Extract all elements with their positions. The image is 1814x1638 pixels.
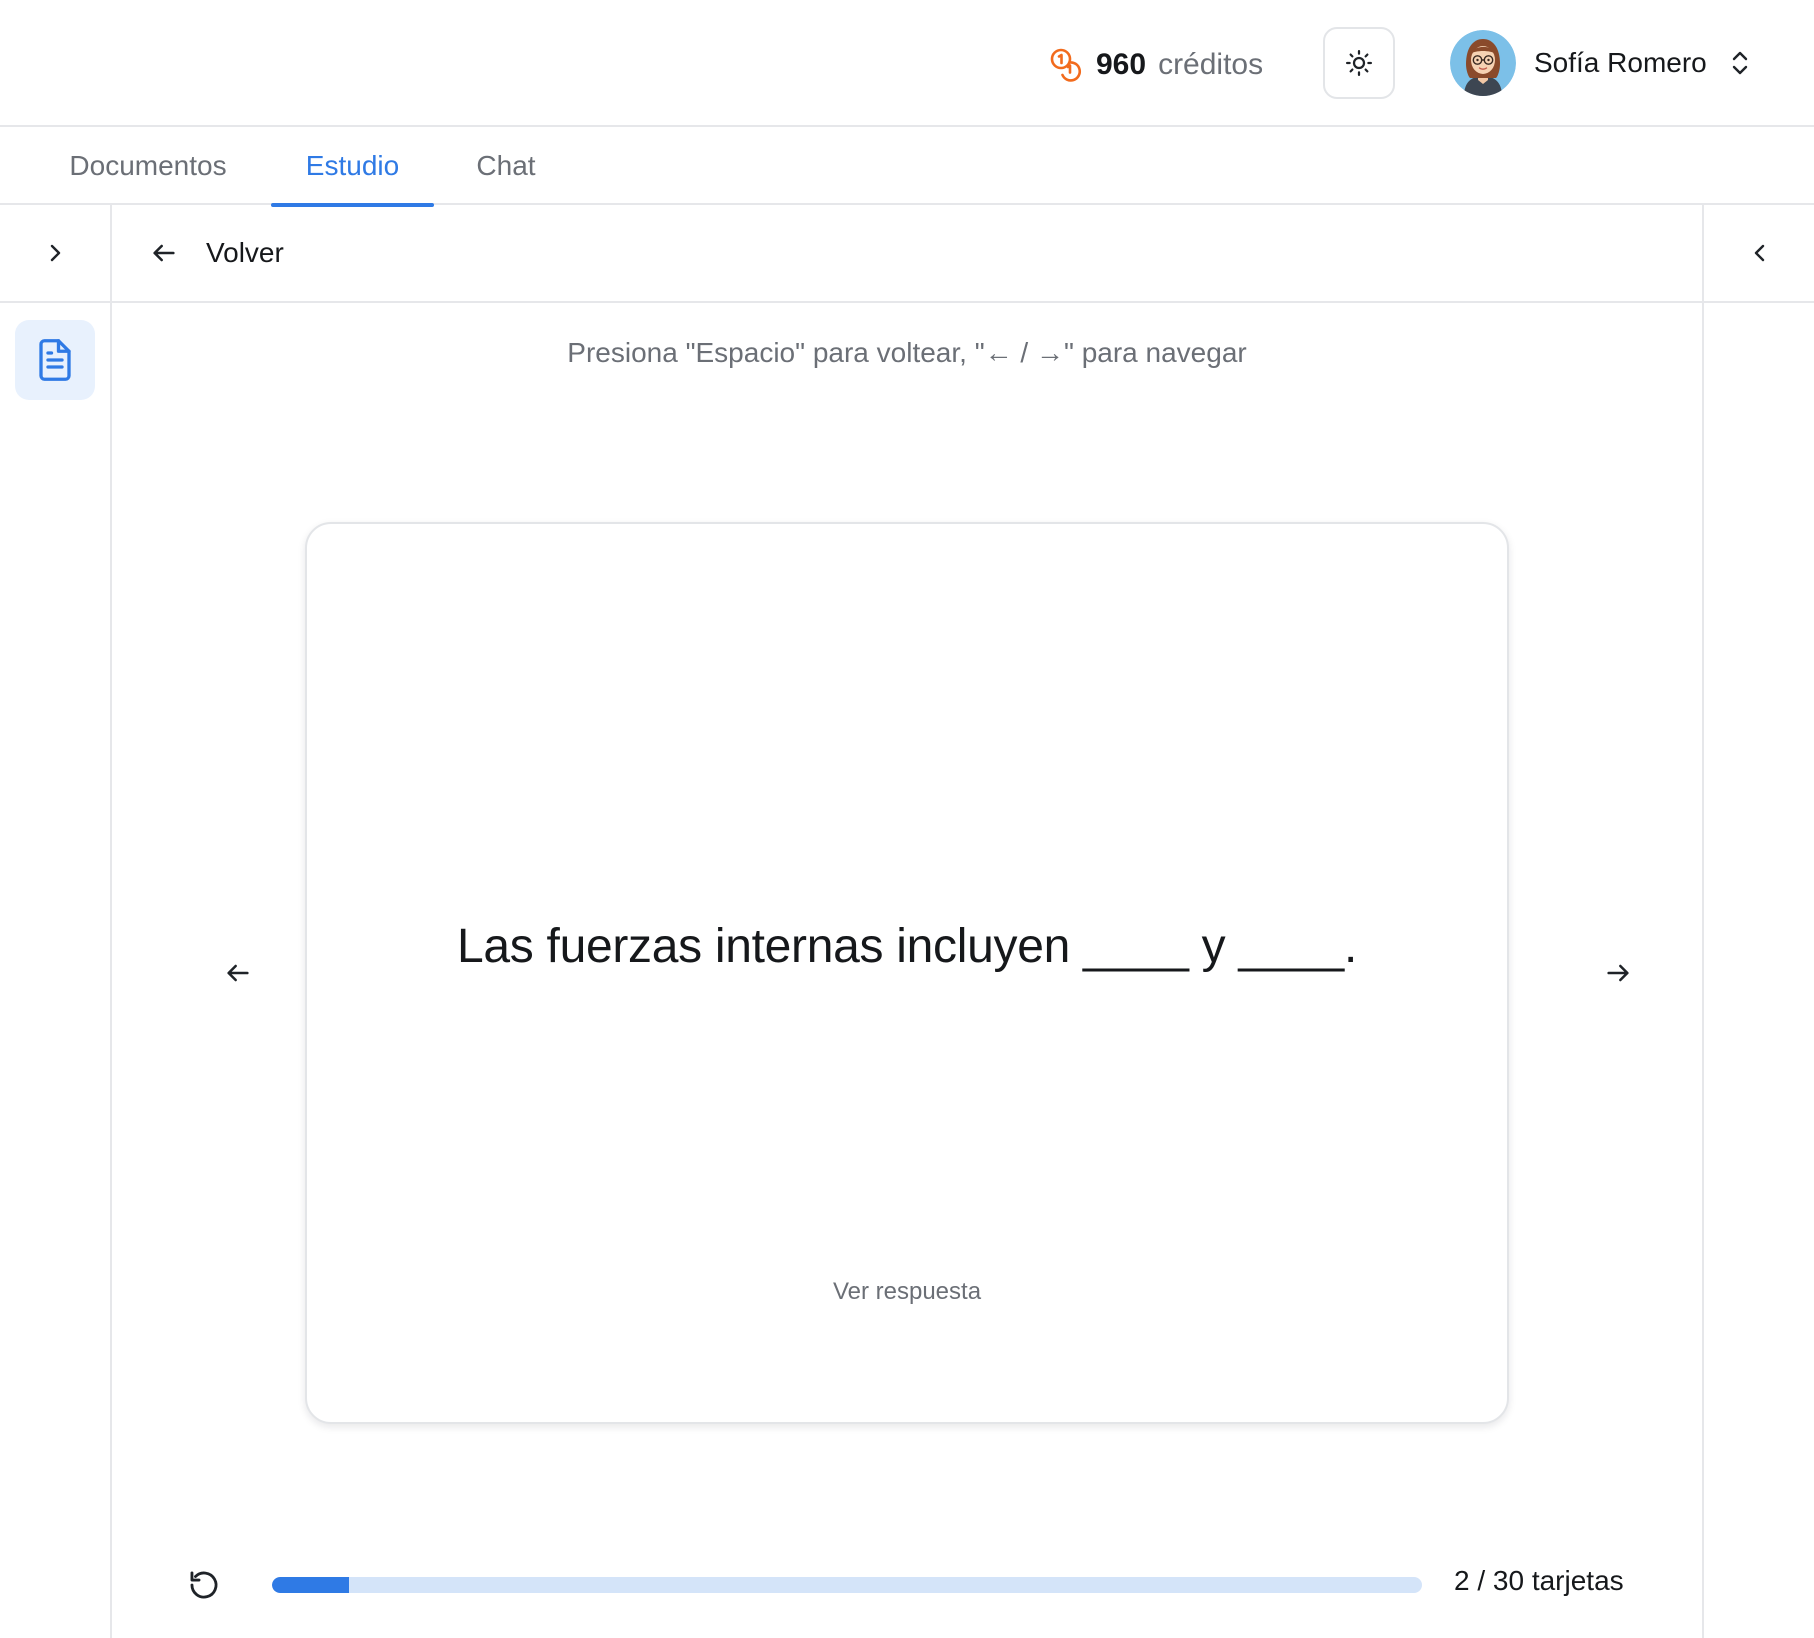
credits-label: créditos <box>1158 48 1264 81</box>
user-name: Sofía Romero <box>1534 47 1707 78</box>
next-card-button[interactable] <box>1590 945 1646 1001</box>
tab-bar: Documentos Estudio Chat <box>0 127 1814 207</box>
arrow-left-icon <box>227 964 249 982</box>
flashcard-question: Las fuerzas internas incluyen ____ y ___… <box>457 920 1357 973</box>
credits-indicator: 960 créditos <box>1048 40 1263 90</box>
rotate-ccw-icon <box>190 1571 218 1599</box>
user-menu[interactable]: Sofía Romero <box>1450 25 1751 101</box>
arrow-right-icon <box>1607 964 1629 982</box>
expand-left-sidebar-button[interactable] <box>0 205 110 303</box>
document-icon <box>39 339 71 381</box>
show-answer-button[interactable]: Ver respuesta <box>307 1278 1507 1306</box>
chevron-right-icon <box>50 244 61 262</box>
previous-card-button[interactable] <box>210 945 266 1001</box>
coins-icon <box>1050 48 1082 82</box>
chevron-up-down-icon <box>1732 51 1747 75</box>
documents-sidebar-button[interactable] <box>15 320 95 400</box>
theme-toggle-button[interactable] <box>1323 27 1395 99</box>
back-label: Volver <box>206 237 284 268</box>
tab-estudio[interactable]: Estudio <box>271 127 434 207</box>
keyboard-hint: Presiona "Espacio" para voltear, "← / →"… <box>567 337 1247 368</box>
left-sidebar <box>0 205 112 1638</box>
top-bar: 960 créditos Sofía Romero <box>0 0 1814 127</box>
avatar <box>1450 30 1516 96</box>
tab-chat[interactable]: Chat <box>456 127 556 205</box>
card-counter: 2 / 30 tarjetas <box>1454 1565 1624 1596</box>
study-footer: 2 / 30 tarjetas <box>112 1555 1702 1615</box>
progress-fill <box>272 1577 349 1593</box>
tab-documentos[interactable]: Documentos <box>48 127 248 205</box>
restart-button[interactable] <box>182 1563 226 1607</box>
credits-value: 960 <box>1096 48 1147 81</box>
back-button[interactable]: Volver <box>150 205 284 301</box>
progress-bar <box>272 1577 1422 1593</box>
study-header: Volver <box>112 205 1702 303</box>
flashcard[interactable]: Las fuerzas internas incluyen ____ y ___… <box>305 522 1509 1424</box>
chevron-left-icon <box>1754 244 1765 262</box>
study-panel: Volver Presiona "Espacio" para voltear, … <box>112 205 1702 1638</box>
arrow-left-icon <box>153 244 175 262</box>
sun-icon <box>1346 50 1372 76</box>
expand-right-sidebar-button[interactable] <box>1704 205 1814 303</box>
right-sidebar <box>1702 205 1814 1638</box>
